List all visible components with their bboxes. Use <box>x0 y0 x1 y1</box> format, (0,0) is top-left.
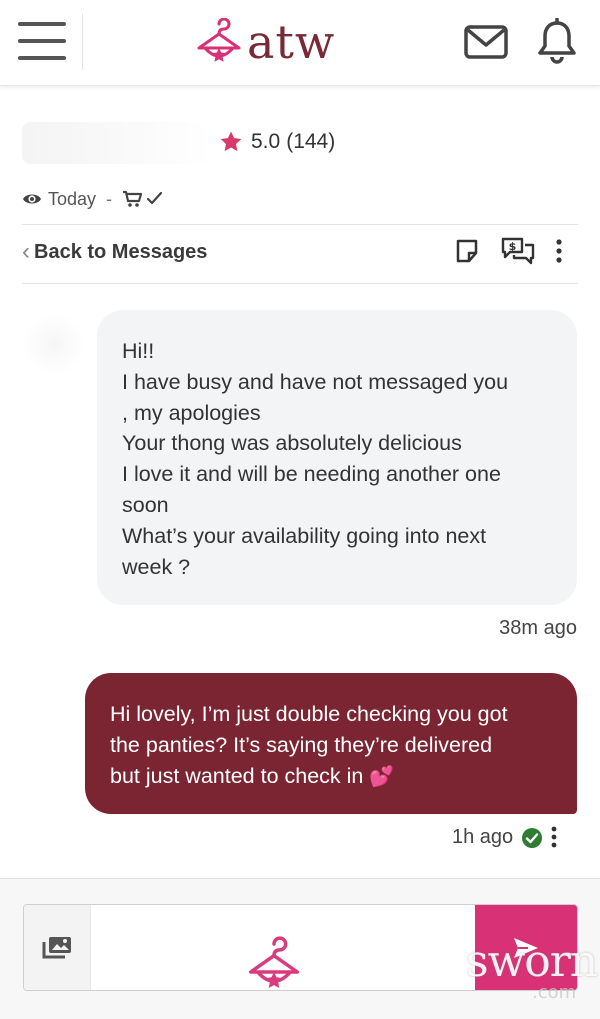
top-bar: atw <box>0 0 600 86</box>
watermark-text: sworn <box>466 936 598 987</box>
incoming-timestamp: 38m ago <box>499 617 577 639</box>
rating-value: 5.0 <box>251 130 281 153</box>
seller-name-redacted[interactable] <box>22 122 212 164</box>
mail-icon[interactable] <box>463 24 509 60</box>
eye-icon <box>23 194 41 204</box>
outgoing-timestamp-row: 1h ago <box>452 826 543 849</box>
back-to-messages-link[interactable]: ‹ Back to Messages <box>22 238 207 266</box>
bell-icon[interactable] <box>537 18 577 64</box>
seller-summary: 5.0 (144) <box>22 118 582 168</box>
read-check-icon <box>521 827 543 849</box>
sender-avatar[interactable] <box>22 312 86 376</box>
message-line: Hi!! <box>122 339 155 363</box>
hanger-logo-icon <box>197 18 241 62</box>
back-label: Back to Messages <box>34 240 208 263</box>
attach-media-button[interactable] <box>24 905 91 990</box>
seller-meta: Today - <box>22 186 164 212</box>
star-icon <box>220 131 242 152</box>
seller-rating[interactable]: 5.0 (144) <box>219 130 335 154</box>
message-line: Hi lovely, I’m just double checking you … <box>110 702 508 726</box>
message-line: the panties? It’s saying they’re deliver… <box>110 732 493 757</box>
money-chat-icon[interactable]: $ <box>500 236 536 266</box>
message-line: week ? <box>122 554 191 579</box>
divider <box>22 283 578 284</box>
message-line: I love it and will be needing another on… <box>122 462 501 487</box>
menu-icon[interactable] <box>18 22 66 60</box>
message-line: I have busy and have not messaged you <box>122 369 509 394</box>
chevron-left-icon: ‹ <box>22 238 30 265</box>
site-logo[interactable]: atw <box>195 12 335 72</box>
message-line: Your thong was absolutely delicious <box>122 431 462 456</box>
watermark-subtext: .com <box>532 982 577 1003</box>
watermark-hanger-icon <box>248 936 300 988</box>
message-line: but just wanted to check in 💕 <box>110 761 557 793</box>
note-icon[interactable] <box>454 238 480 264</box>
message-line: soon <box>122 492 169 517</box>
gallery-icon <box>42 936 71 958</box>
message-line: What’s your availability going into next <box>122 523 487 548</box>
logo-text: atw <box>247 15 336 69</box>
heart-emoji: 💕 <box>369 765 395 788</box>
review-count: (144) <box>286 130 336 153</box>
incoming-message-bubble: Hi!! I have busy and have not messaged y… <box>97 310 577 605</box>
cart-check-icon <box>123 190 163 207</box>
more-vertical-icon[interactable] <box>554 238 564 264</box>
divider <box>22 224 578 225</box>
last-seen: Today <box>48 188 97 209</box>
message-text: but just wanted to check in <box>110 763 364 788</box>
outgoing-timestamp: 1h ago <box>452 826 514 848</box>
svg-text:$: $ <box>509 240 517 253</box>
message-more-icon[interactable] <box>549 826 559 848</box>
outgoing-message-bubble: Hi lovely, I’m just double checking you … <box>85 673 577 814</box>
meta-separator: - <box>106 188 113 209</box>
message-line: , my apologies <box>122 400 261 425</box>
conversation-toolbar: ‹ Back to Messages $ <box>22 236 578 268</box>
header-divider <box>82 14 83 70</box>
